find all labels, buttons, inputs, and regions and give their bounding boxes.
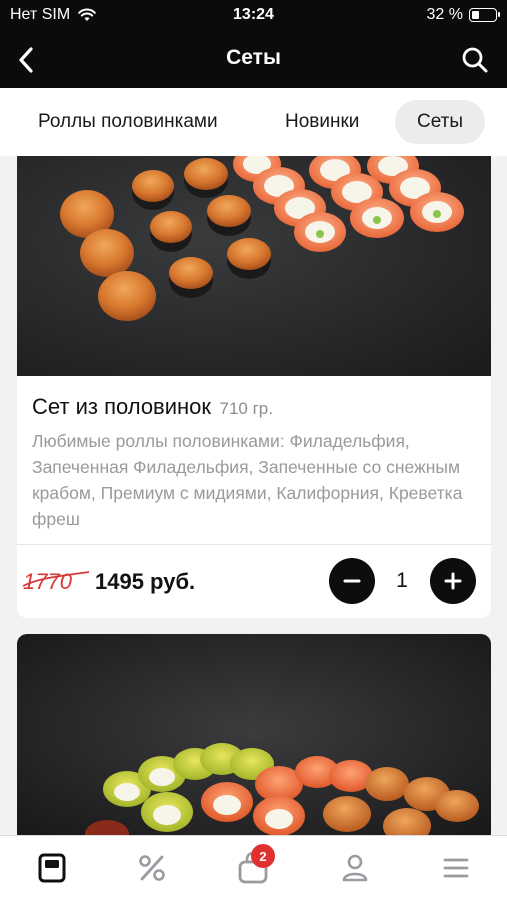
increase-quantity-button[interactable]	[430, 558, 476, 604]
tab-cart[interactable]: 2	[229, 844, 277, 890]
product-description: Любимые роллы половинками: Филадельфия, …	[32, 431, 463, 529]
product-weight: 710 гр.	[219, 399, 273, 418]
nav-bar: Сеты	[0, 32, 507, 88]
product-card[interactable]: Сет из половинок 710 гр. Любимые роллы п…	[17, 146, 491, 618]
page-title: Сеты	[226, 46, 281, 69]
minus-icon	[343, 579, 361, 583]
tab-profile[interactable]	[331, 846, 379, 890]
product-image	[17, 634, 491, 844]
tab-more[interactable]	[432, 846, 480, 890]
battery-percent: 32 %	[426, 6, 463, 23]
status-right: 32 %	[426, 6, 500, 24]
current-price: 1495 руб.	[95, 569, 196, 594]
old-price: 1770	[23, 569, 72, 594]
decrease-quantity-button[interactable]	[329, 558, 375, 604]
product-title-row: Сет из половинок 710 гр.	[32, 394, 476, 420]
category-tabs: Роллы половинками Новинки Сеты	[0, 88, 507, 156]
hamburger-icon	[443, 858, 469, 878]
cart-badge: 2	[251, 844, 275, 868]
quantity-value: 1	[396, 569, 408, 592]
menu-icon	[38, 853, 66, 883]
battery-level	[472, 11, 479, 19]
chevron-left-icon	[19, 47, 33, 73]
divider	[17, 544, 491, 545]
product-image	[17, 146, 491, 376]
back-button[interactable]	[8, 42, 44, 78]
percent-icon	[139, 855, 165, 881]
search-icon	[462, 47, 488, 73]
battery-icon	[469, 8, 500, 22]
tab-sets[interactable]: Сеты	[395, 100, 486, 144]
tab-promotions[interactable]	[128, 846, 176, 890]
plus-icon	[444, 572, 462, 590]
search-button[interactable]	[457, 42, 493, 78]
tab-menu[interactable]	[28, 846, 76, 890]
bottom-tab-bar: 2	[0, 835, 507, 900]
tab-rolls-halves[interactable]: Роллы половинками	[16, 100, 240, 144]
product-title: Сет из половинок	[32, 394, 212, 419]
profile-icon	[342, 854, 368, 882]
product-card[interactable]	[17, 634, 491, 844]
tab-new[interactable]: Новинки	[263, 100, 381, 144]
status-bar: Нет SIM 13:24 32 %	[0, 0, 507, 32]
